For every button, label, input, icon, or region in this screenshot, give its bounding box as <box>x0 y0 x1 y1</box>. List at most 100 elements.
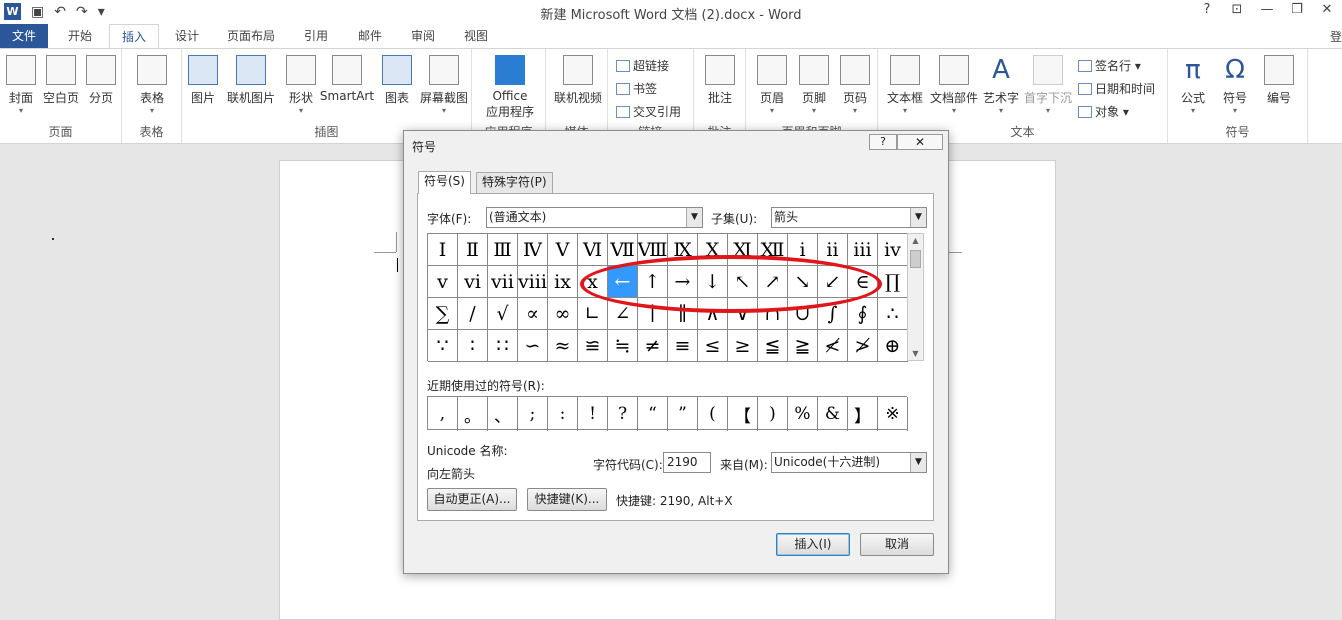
scroll-up-icon[interactable]: ▲ <box>908 236 923 245</box>
object-button[interactable]: 对象 ▾ <box>1078 103 1129 120</box>
symbol-cell[interactable]: ⅰ <box>788 234 818 266</box>
recent-symbol-cell[interactable]: ” <box>668 397 698 431</box>
symbol-cell[interactable]: Ⅹ <box>698 234 728 266</box>
quick-parts-button[interactable]: 文档部件 ▾ <box>928 55 980 115</box>
recent-symbol-cell[interactable]: ? <box>608 397 638 431</box>
recent-symbol-cell[interactable]: ! <box>578 397 608 431</box>
symbol-cell[interactable]: Ⅱ <box>458 234 488 266</box>
smartart-button[interactable]: SmartArt <box>318 55 376 103</box>
tab-mailings[interactable]: 邮件 <box>348 24 392 48</box>
equation-button[interactable]: π 公式 ▾ <box>1172 55 1214 115</box>
symbol-cell[interactable]: ⅷ <box>518 266 548 298</box>
tab-design[interactable]: 设计 <box>166 24 208 48</box>
tab-symbols[interactable]: 符号(S) <box>418 171 471 194</box>
help-button[interactable]: ? <box>1192 2 1222 17</box>
symbol-cell[interactable]: ∣ <box>638 298 668 330</box>
text-box-button[interactable]: 文本框 ▾ <box>884 55 926 115</box>
symbol-cell[interactable]: ∕ <box>458 298 488 330</box>
symbol-cell[interactable]: ≦ <box>758 330 788 362</box>
minimize-button[interactable]: — <box>1252 2 1282 17</box>
symbol-cell[interactable]: ⅵ <box>458 266 488 298</box>
recent-symbol-cell[interactable]: % <box>788 397 818 431</box>
from-select[interactable]: Unicode(十六进制) ▼ <box>771 452 927 473</box>
comment-button[interactable]: 批注 <box>699 55 741 106</box>
symbol-cell[interactable]: ≧ <box>788 330 818 362</box>
online-pictures-button[interactable]: 联机图片 <box>226 55 276 106</box>
scrollbar-thumb[interactable] <box>910 250 921 268</box>
symbol-cell[interactable]: ↗ <box>758 266 788 298</box>
autocorrect-button[interactable]: 自动更正(A)... <box>427 488 517 511</box>
dialog-close-button[interactable]: ✕ <box>897 134 943 150</box>
symbol-cell[interactable]: Ⅴ <box>548 234 578 266</box>
symbol-cell[interactable]: Ⅵ <box>578 234 608 266</box>
ribbon-options-button[interactable]: ⊡ <box>1222 2 1252 17</box>
recent-symbol-cell[interactable]: 【 <box>728 397 758 431</box>
symbol-cell[interactable]: ∏ <box>878 266 908 298</box>
symbol-cell[interactable]: ∮ <box>848 298 878 330</box>
office-apps-button[interactable]: Office 应用程序 <box>480 55 540 120</box>
symbol-cell[interactable]: Ⅻ <box>758 234 788 266</box>
symbol-cell[interactable]: ≯ <box>848 330 878 362</box>
recent-symbol-cell[interactable]: ; <box>518 397 548 431</box>
symbol-cell[interactable]: ∵ <box>428 330 458 362</box>
font-select[interactable]: (普通文本) ▼ <box>486 207 703 228</box>
symbol-cell[interactable]: Ⅺ <box>728 234 758 266</box>
symbol-cell[interactable]: ∝ <box>518 298 548 330</box>
symbol-cell[interactable]: ≮ <box>818 330 848 362</box>
symbol-cell[interactable]: ⅳ <box>878 234 908 266</box>
close-button[interactable]: ✕ <box>1312 2 1342 17</box>
number-button[interactable]: 编号 <box>1258 55 1300 106</box>
symbol-cell[interactable]: Ⅲ <box>488 234 518 266</box>
symbol-cell[interactable]: ↘ <box>788 266 818 298</box>
recent-symbol-cell[interactable]: “ <box>638 397 668 431</box>
blank-page-button[interactable]: 空白页 <box>40 55 82 106</box>
chevron-down-icon[interactable]: ▼ <box>910 453 926 472</box>
symbol-cell[interactable]: ⅲ <box>848 234 878 266</box>
recent-symbol-cell[interactable]: 。 <box>458 397 488 431</box>
recent-symbol-cell[interactable]: ( <box>698 397 728 431</box>
chevron-down-icon[interactable]: ▼ <box>686 208 702 227</box>
symbol-cell[interactable]: Ⅸ <box>668 234 698 266</box>
insert-button[interactable]: 插入(I) <box>776 533 850 556</box>
shortcut-key-button[interactable]: 快捷键(K)... <box>527 488 607 511</box>
symbol-cell[interactable]: Ⅳ <box>518 234 548 266</box>
pictures-button[interactable]: 图片 <box>182 55 224 106</box>
symbol-cell[interactable]: ∟ <box>578 298 608 330</box>
symbol-cell[interactable]: ↙ <box>818 266 848 298</box>
tab-insert[interactable]: 插入 <box>109 24 159 49</box>
symbol-cell[interactable]: ≥ <box>728 330 758 362</box>
symbol-cell[interactable]: ∽ <box>518 330 548 362</box>
symbol-cell[interactable]: ∫ <box>818 298 848 330</box>
symbol-cell[interactable]: Ⅷ <box>638 234 668 266</box>
signature-line-button[interactable]: 签名行 ▾ <box>1078 57 1141 74</box>
hyperlink-button[interactable]: 超链接 <box>616 57 669 74</box>
symbol-cell[interactable]: ≡ <box>668 330 698 362</box>
bookmark-button[interactable]: 书签 <box>616 80 657 97</box>
tab-view[interactable]: 视图 <box>454 24 498 48</box>
page-break-button[interactable]: 分页 <box>80 55 122 106</box>
page-number-button[interactable]: 页码 ▾ <box>834 55 876 115</box>
scroll-down-icon[interactable]: ▼ <box>908 349 923 358</box>
symbol-cell[interactable]: ≌ <box>578 330 608 362</box>
symbol-cell[interactable]: ∩ <box>758 298 788 330</box>
symbol-cell[interactable]: ≈ <box>548 330 578 362</box>
tab-home[interactable]: 开始 <box>58 24 102 48</box>
symbol-cell[interactable]: ∴ <box>878 298 908 330</box>
recent-symbol-cell[interactable]: 、 <box>488 397 518 431</box>
symbol-cell[interactable]: ∠ <box>608 298 638 330</box>
header-button[interactable]: 页眉 ▾ <box>751 55 793 115</box>
recent-symbol-cell[interactable]: & <box>818 397 848 431</box>
symbol-cell[interactable]: ≠ <box>638 330 668 362</box>
symbol-cell[interactable]: ∈ <box>848 266 878 298</box>
symbol-cell[interactable]: ↓ <box>698 266 728 298</box>
tab-file[interactable]: 文件 <box>0 24 48 48</box>
symbol-grid-scrollbar[interactable]: ▲ ▼ <box>907 233 924 361</box>
symbol-cell[interactable]: ⅱ <box>818 234 848 266</box>
symbol-cell[interactable]: ↑ <box>638 266 668 298</box>
online-video-button[interactable]: 联机视频 <box>552 55 604 106</box>
symbol-cell[interactable]: ← <box>608 266 638 298</box>
wordart-button[interactable]: A 艺术字 ▾ <box>980 55 1022 115</box>
symbol-cell[interactable]: ≒ <box>608 330 638 362</box>
restore-button[interactable]: ❐ <box>1282 2 1312 17</box>
symbol-cell[interactable]: ∪ <box>788 298 818 330</box>
